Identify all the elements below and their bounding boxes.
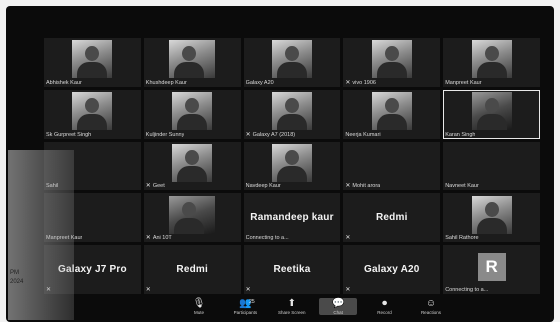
- mic-icon: 🎙: [192, 298, 206, 309]
- participant-video: [172, 143, 213, 182]
- participant-video: [471, 92, 512, 131]
- participant-video: [72, 92, 113, 131]
- mic-muted-icon: ✕: [345, 286, 351, 293]
- participant-display-name: Reetika: [273, 264, 311, 276]
- participant-name: Sahil Rathore: [445, 235, 479, 242]
- participants-button[interactable]: 👥 25 Participants: [226, 298, 264, 315]
- mute-button[interactable]: 🎙 Mute: [180, 298, 218, 315]
- chat-icon: 💬: [331, 298, 345, 309]
- participant-video: [471, 40, 512, 79]
- mic-muted-icon: ✕: [145, 286, 151, 293]
- participant-tile[interactable]: Reetika ✕: [243, 245, 341, 294]
- participant-tile[interactable]: Galaxy A20 ✕: [343, 245, 441, 294]
- participant-tile[interactable]: R Connecting to a...: [443, 245, 540, 294]
- side-text: PM: [10, 270, 19, 276]
- mic-muted-icon: ✕: [245, 286, 251, 293]
- participant-status: Connecting to a...: [245, 235, 289, 242]
- mic-muted-icon: ✕: [345, 183, 351, 190]
- participant-name: Manpreet Kaur: [46, 235, 83, 242]
- participants-icon: 👥 25: [239, 298, 255, 309]
- mic-muted-icon: ✕: [245, 131, 251, 138]
- participant-name: Navneet Kaur: [445, 183, 479, 190]
- participant-video: [169, 195, 216, 234]
- share-screen-icon: ⬆: [287, 298, 296, 309]
- participant-video: [371, 40, 412, 79]
- participant-display-name: Galaxy A20: [364, 264, 420, 276]
- participant-tile[interactable]: Redmi ✕: [143, 245, 241, 294]
- participant-tile[interactable]: Redmi ✕: [343, 193, 441, 243]
- participant-name: ✕ Ani 10T: [145, 235, 172, 242]
- participant-name: ✕: [345, 287, 350, 293]
- participant-name: Manpreet Kaur: [445, 79, 482, 86]
- participant-video: [172, 92, 213, 131]
- participant-tile[interactable]: Manpreet Kaur: [443, 38, 540, 87]
- participant-tile[interactable]: Navdeep Kaur: [243, 141, 341, 191]
- participant-tile[interactable]: ✕ Mohit arora: [343, 141, 441, 191]
- participant-tile[interactable]: ✕ Geet: [143, 141, 241, 191]
- participant-name: Sahil: [46, 183, 59, 190]
- participant-name: ✕: [46, 287, 51, 293]
- participant-name: Karan Singh: [445, 131, 476, 138]
- participant-name: Abhishek Kaur: [46, 79, 82, 86]
- participant-tile[interactable]: Galaxy J7 Pro ✕: [44, 245, 141, 294]
- participant-video: [271, 92, 312, 131]
- chat-button[interactable]: 💬 Chat: [319, 298, 358, 315]
- share-screen-button[interactable]: ⬆ Share Screen: [273, 298, 311, 315]
- participant-name: Khushdeep Kaur: [145, 79, 187, 86]
- participant-tile[interactable]: ✕ Ani 10T: [143, 193, 241, 243]
- record-icon: ⏺: [382, 298, 388, 309]
- participant-tile[interactable]: Kuljinder Sunny: [143, 89, 241, 139]
- participants-count: 25: [249, 299, 255, 305]
- participant-video: [72, 40, 113, 79]
- participant-name: Galaxy A20: [245, 79, 274, 86]
- participant-tile-active-speaker[interactable]: Karan Singh: [443, 89, 540, 139]
- reactions-button[interactable]: ☺ Reactions: [412, 298, 450, 315]
- participant-tile[interactable]: ✕ vivo 1906: [343, 38, 441, 87]
- mic-muted-icon: ✕: [145, 183, 151, 190]
- participant-tile[interactable]: Sk Gurpreet Singh: [44, 89, 141, 139]
- mic-muted-icon: ✕: [345, 79, 351, 86]
- participant-display-name: Ramandeep kaur: [250, 212, 334, 224]
- gallery-view: Abhishek Kaur Khushdeep Kaur Galaxy A20 …: [44, 38, 540, 294]
- participant-video: [271, 40, 312, 79]
- participant-tile[interactable]: Navneet Kaur: [443, 141, 540, 191]
- participant-display-name: Galaxy J7 Pro: [58, 264, 127, 276]
- participant-display-name: Redmi: [376, 212, 408, 224]
- meeting-toolbar: 🎙 Mute 👥 25 Participants ⬆ Share Screen 💬…: [180, 298, 450, 320]
- participant-video: [371, 92, 412, 131]
- participant-name: ✕: [146, 287, 151, 293]
- participant-name: ✕ vivo 1906: [345, 79, 376, 86]
- participant-name: ✕ Galaxy A7 (2018): [245, 131, 296, 138]
- mic-muted-icon: ✕: [345, 235, 351, 242]
- participant-name: ✕: [345, 235, 350, 241]
- participant-name: Kuljinder Sunny: [145, 131, 185, 138]
- side-text: 2024: [10, 279, 24, 285]
- mic-muted-icon: ✕: [46, 286, 52, 293]
- participant-name: ✕ Geet: [145, 183, 165, 190]
- participant-tile[interactable]: Abhishek Kaur: [44, 38, 141, 87]
- participant-name: ✕: [246, 287, 251, 293]
- reactions-icon: ☺: [425, 298, 437, 309]
- participant-tile[interactable]: Khushdeep Kaur: [143, 38, 241, 87]
- participant-name: Sk Gurpreet Singh: [46, 131, 92, 138]
- participant-tile[interactable]: Sahil Rathore: [443, 193, 540, 243]
- participant-tile[interactable]: ✕ Galaxy A7 (2018): [243, 89, 341, 139]
- participant-tile[interactable]: Ramandeep kaur Connecting to a...: [243, 193, 341, 243]
- participant-tile[interactable]: Sahil: [44, 141, 141, 191]
- participant-video: [169, 40, 216, 79]
- mic-muted-icon: ✕: [145, 235, 151, 242]
- participant-name: ✕ Mohit arora: [345, 183, 381, 190]
- participant-display-name: Redmi: [176, 264, 208, 276]
- participant-video: [471, 195, 512, 234]
- participant-tile[interactable]: Manpreet Kaur: [44, 193, 141, 243]
- participant-tile[interactable]: Neerja Kumari: [343, 89, 441, 139]
- record-button[interactable]: ⏺ Record: [366, 298, 404, 315]
- participant-video: [271, 143, 312, 182]
- participant-status: Connecting to a...: [445, 286, 489, 293]
- participant-name: Neerja Kumari: [345, 131, 381, 138]
- participant-name: Navdeep Kaur: [245, 183, 281, 190]
- participant-tile[interactable]: Galaxy A20: [243, 38, 341, 87]
- participant-avatar: R: [477, 252, 506, 281]
